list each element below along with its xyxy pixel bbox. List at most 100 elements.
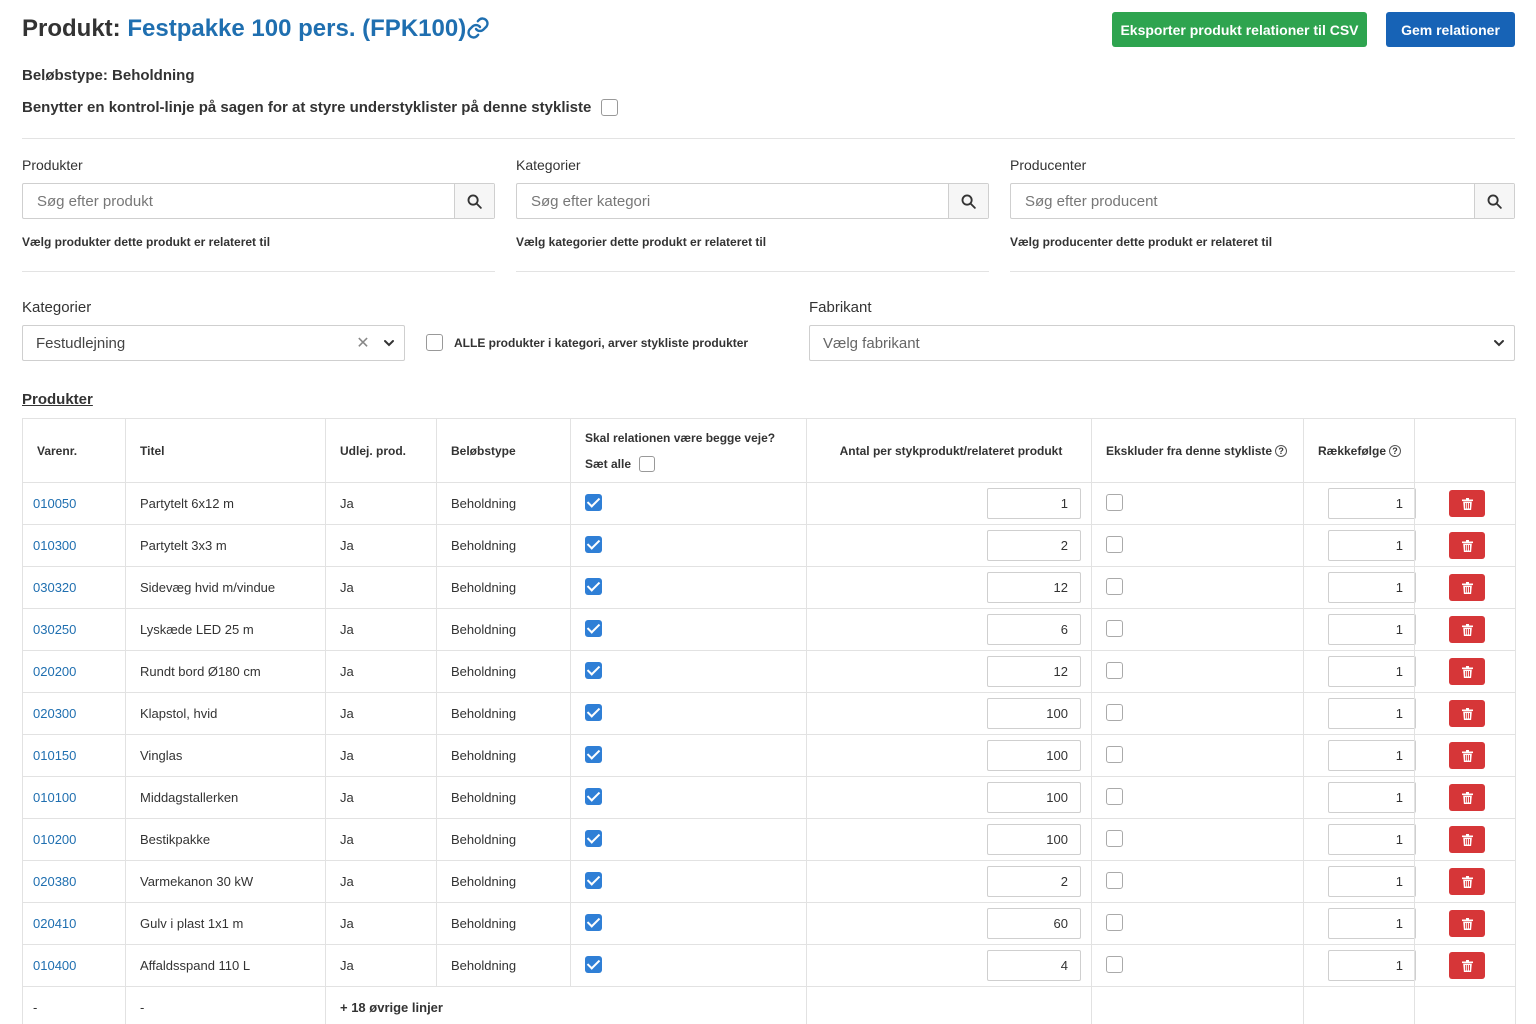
antal-input[interactable]: 2 bbox=[987, 866, 1081, 897]
order-input[interactable]: 1 bbox=[1328, 824, 1416, 855]
save-relations-button[interactable]: Gem relationer bbox=[1386, 12, 1515, 47]
bidirectional-checkbox[interactable] bbox=[585, 661, 602, 679]
bidirectional-checkbox[interactable] bbox=[585, 703, 602, 721]
col-header-antal: Antal per stykprodukt/relateret produkt bbox=[806, 418, 1092, 483]
antal-input[interactable]: 60 bbox=[987, 908, 1081, 939]
order-input[interactable]: 1 bbox=[1328, 782, 1416, 813]
order-input[interactable]: 1 bbox=[1328, 866, 1416, 897]
delete-button[interactable] bbox=[1449, 616, 1485, 643]
antal-input[interactable]: 12 bbox=[987, 656, 1081, 687]
belobstype-cell: Beholdning bbox=[436, 608, 571, 651]
bidirectional-checkbox[interactable] bbox=[585, 871, 602, 889]
antal-input[interactable]: 2 bbox=[987, 530, 1081, 561]
delete-button[interactable] bbox=[1449, 826, 1485, 853]
varenr-link[interactable]: 020410 bbox=[33, 916, 76, 931]
varenr-link[interactable]: 010100 bbox=[33, 790, 76, 805]
delete-button[interactable] bbox=[1449, 532, 1485, 559]
bidirectional-checkbox[interactable] bbox=[585, 535, 602, 553]
antal-input[interactable]: 100 bbox=[987, 740, 1081, 771]
exclude-checkbox[interactable] bbox=[1106, 745, 1123, 763]
order-cell: 1 bbox=[1303, 524, 1416, 567]
order-input[interactable]: 1 bbox=[1328, 614, 1416, 645]
antal-input[interactable]: 1 bbox=[987, 488, 1081, 519]
varenr-link[interactable]: 030320 bbox=[33, 580, 76, 595]
order-input[interactable]: 1 bbox=[1328, 740, 1416, 771]
delete-button[interactable] bbox=[1449, 742, 1485, 769]
belobstype-cell: Beholdning bbox=[436, 692, 571, 735]
varenr-link[interactable]: 020300 bbox=[33, 706, 76, 721]
exclude-checkbox[interactable] bbox=[1106, 871, 1123, 889]
order-input[interactable]: 1 bbox=[1328, 908, 1416, 939]
varenr-link[interactable]: 010150 bbox=[33, 748, 76, 763]
category-search-button[interactable] bbox=[948, 184, 988, 218]
bidirectional-checkbox[interactable] bbox=[585, 955, 602, 973]
category-select-value: Festudlejning bbox=[36, 334, 126, 352]
bidirectional-cell bbox=[570, 524, 807, 567]
varenr-link[interactable]: 020200 bbox=[33, 664, 76, 679]
belobstype-cell: Beholdning bbox=[436, 776, 571, 819]
product-search-button[interactable] bbox=[454, 184, 494, 218]
chevron-down-icon[interactable] bbox=[374, 337, 404, 349]
bidirectional-checkbox[interactable] bbox=[585, 745, 602, 763]
exclude-checkbox[interactable] bbox=[1106, 787, 1123, 805]
more-lines-label[interactable]: + 18 øvrige linjer bbox=[325, 986, 807, 1024]
exclude-checkbox[interactable] bbox=[1106, 661, 1123, 679]
antal-input[interactable]: 100 bbox=[987, 824, 1081, 855]
antal-input[interactable]: 100 bbox=[987, 782, 1081, 813]
export-csv-button[interactable]: Eksporter produkt relationer til CSV bbox=[1112, 12, 1367, 47]
bidirectional-checkbox[interactable] bbox=[585, 829, 602, 847]
exclude-checkbox[interactable] bbox=[1106, 619, 1123, 637]
varenr-link[interactable]: 010200 bbox=[33, 832, 76, 847]
delete-button[interactable] bbox=[1449, 910, 1485, 937]
product-search-input[interactable] bbox=[23, 184, 454, 218]
varenr-link[interactable]: 020380 bbox=[33, 874, 76, 889]
help-icon[interactable]: ? bbox=[1389, 445, 1402, 458]
help-icon[interactable]: ? bbox=[1275, 445, 1288, 458]
delete-button[interactable] bbox=[1449, 574, 1485, 601]
producer-search-input[interactable] bbox=[1011, 184, 1474, 218]
delete-button[interactable] bbox=[1449, 868, 1485, 895]
category-search-input[interactable] bbox=[517, 184, 948, 218]
all-products-option: ALLE produkter i kategori, arver styklis… bbox=[426, 334, 748, 351]
link-icon[interactable] bbox=[466, 16, 490, 40]
delete-button[interactable] bbox=[1449, 700, 1485, 727]
set-all-checkbox[interactable] bbox=[639, 455, 656, 472]
antal-input[interactable]: 100 bbox=[987, 698, 1081, 729]
antal-input[interactable]: 4 bbox=[987, 950, 1081, 981]
order-input[interactable]: 1 bbox=[1328, 530, 1416, 561]
delete-button[interactable] bbox=[1449, 952, 1485, 979]
exclude-checkbox[interactable] bbox=[1106, 913, 1123, 931]
delete-button[interactable] bbox=[1449, 658, 1485, 685]
bidirectional-checkbox[interactable] bbox=[585, 577, 602, 595]
exclude-checkbox[interactable] bbox=[1106, 703, 1123, 721]
varenr-link[interactable]: 010300 bbox=[33, 538, 76, 553]
order-input[interactable]: 1 bbox=[1328, 950, 1416, 981]
manufacturer-select[interactable]: Vælg fabrikant bbox=[809, 325, 1515, 361]
producer-search-button[interactable] bbox=[1474, 184, 1514, 218]
delete-button[interactable] bbox=[1449, 490, 1485, 517]
order-input[interactable]: 1 bbox=[1328, 656, 1416, 687]
exclude-checkbox[interactable] bbox=[1106, 955, 1123, 973]
exclude-checkbox[interactable] bbox=[1106, 829, 1123, 847]
bidirectional-checkbox[interactable] bbox=[585, 787, 602, 805]
antal-input[interactable]: 12 bbox=[987, 572, 1081, 603]
varenr-link[interactable]: 010400 bbox=[33, 958, 76, 973]
exclude-checkbox[interactable] bbox=[1106, 535, 1123, 553]
varenr-link[interactable]: 010050 bbox=[33, 496, 76, 511]
close-icon[interactable]: ✕ bbox=[352, 333, 374, 353]
order-input[interactable]: 1 bbox=[1328, 488, 1416, 519]
all-products-checkbox[interactable] bbox=[426, 334, 443, 351]
bidirectional-checkbox[interactable] bbox=[585, 493, 602, 511]
chevron-down-icon[interactable] bbox=[1484, 337, 1514, 349]
control-line-checkbox[interactable] bbox=[601, 99, 619, 116]
varenr-link[interactable]: 030250 bbox=[33, 622, 76, 637]
exclude-checkbox[interactable] bbox=[1106, 493, 1123, 511]
bidirectional-checkbox[interactable] bbox=[585, 619, 602, 637]
order-input[interactable]: 1 bbox=[1328, 698, 1416, 729]
bidirectional-checkbox[interactable] bbox=[585, 913, 602, 931]
antal-input[interactable]: 6 bbox=[987, 614, 1081, 645]
order-input[interactable]: 1 bbox=[1328, 572, 1416, 603]
exclude-checkbox[interactable] bbox=[1106, 577, 1123, 595]
delete-button[interactable] bbox=[1449, 784, 1485, 811]
category-select[interactable]: Festudlejning ✕ bbox=[22, 325, 405, 361]
